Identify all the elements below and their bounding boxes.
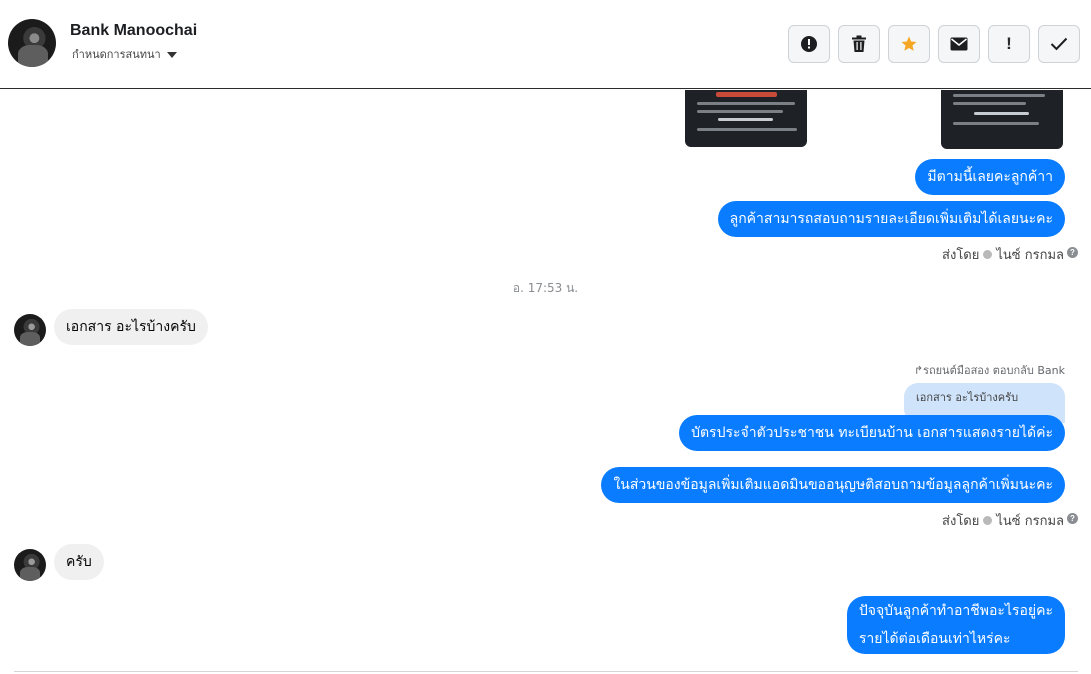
contact-name[interactable]: Bank Manoochai <box>70 22 197 40</box>
exclamation-icon: ! <box>1006 34 1012 53</box>
mark-unread-button[interactable] <box>938 25 980 63</box>
star-icon <box>901 36 917 51</box>
trash-icon <box>852 35 866 52</box>
agent-status-icon <box>983 250 993 259</box>
help-icon[interactable]: ? <box>1067 247 1078 258</box>
car-listing-image[interactable] <box>941 90 1063 149</box>
outgoing-message[interactable]: ในส่วนของข้อมูลเพิ่มเติมแอดมินขออนุญษติส… <box>601 467 1065 503</box>
outgoing-message[interactable]: บัตรประจำตัวประชาชน ทะเบียนบ้าน เอกสารแส… <box>679 415 1065 451</box>
avatar[interactable] <box>8 19 56 67</box>
envelope-icon <box>950 37 968 51</box>
agent-name: ไนซ์ กรกมล <box>996 248 1064 263</box>
sent-by-label: ส่งโดย ไนซ์ กรกมล <box>942 244 1064 265</box>
outgoing-message[interactable]: มีตามนี้เลยคะลูกค้าา <box>915 159 1065 195</box>
avatar[interactable] <box>14 314 46 346</box>
conversation-header: Bank Manoochai กำหนดการสนทนา ! <box>0 0 1091 89</box>
divider <box>14 671 1078 672</box>
chevron-down-icon[interactable] <box>166 52 177 58</box>
priority-button[interactable]: ! <box>988 25 1030 63</box>
agent-status-icon <box>983 516 993 525</box>
incoming-message[interactable]: ครับ <box>54 544 104 580</box>
mark-done-button[interactable] <box>1038 25 1080 63</box>
agent-name: ไนซ์ กรกมล <box>996 514 1064 529</box>
message-timestamp: อ. 17:53 น. <box>512 281 579 295</box>
check-icon <box>1050 37 1068 51</box>
reply-icon: ↱ <box>913 364 924 377</box>
avatar[interactable] <box>14 549 46 581</box>
incoming-message[interactable]: เอกสาร อะไรบ้างครับ <box>54 309 208 345</box>
message-line: ปัจจุบันลูกค้าทำอาชีพอะไรอยู่คะ <box>858 603 1053 619</box>
message-thread[interactable]: มีตามนี้เลยคะลูกค้าา ลูกค้าสามารถสอบถามร… <box>0 90 1091 674</box>
delete-button[interactable] <box>838 25 880 63</box>
sent-by-prefix: ส่งโดย <box>942 514 980 529</box>
alert-circle-icon <box>801 36 817 52</box>
header-actions: ! <box>788 25 1080 63</box>
star-button[interactable] <box>888 25 930 63</box>
help-icon[interactable]: ? <box>1067 513 1078 524</box>
sent-by-prefix: ส่งโดย <box>942 248 980 263</box>
sent-by-label: ส่งโดย ไนซ์ กรกมล <box>942 510 1064 531</box>
schedule-dropdown[interactable]: กำหนดการสนทนา <box>72 45 177 63</box>
schedule-label: กำหนดการสนทนา <box>72 48 161 61</box>
reply-context-label: ↱รถยนต์มือสอง ตอบกลับ Bank <box>913 364 1065 377</box>
message-line: รายได้ต่อเดือนเท่าไหร่คะ <box>858 631 1011 647</box>
outgoing-message[interactable]: ลูกค้าสามารถสอบถามรายละเอียดเพิ่มเติมได้… <box>717 201 1065 237</box>
report-button[interactable] <box>788 25 830 63</box>
car-listing-image[interactable] <box>685 90 807 147</box>
outgoing-message[interactable]: ปัจจุบันลูกค้าทำอาชีพอะไรอยู่คะ รายได้ต่… <box>846 596 1065 654</box>
